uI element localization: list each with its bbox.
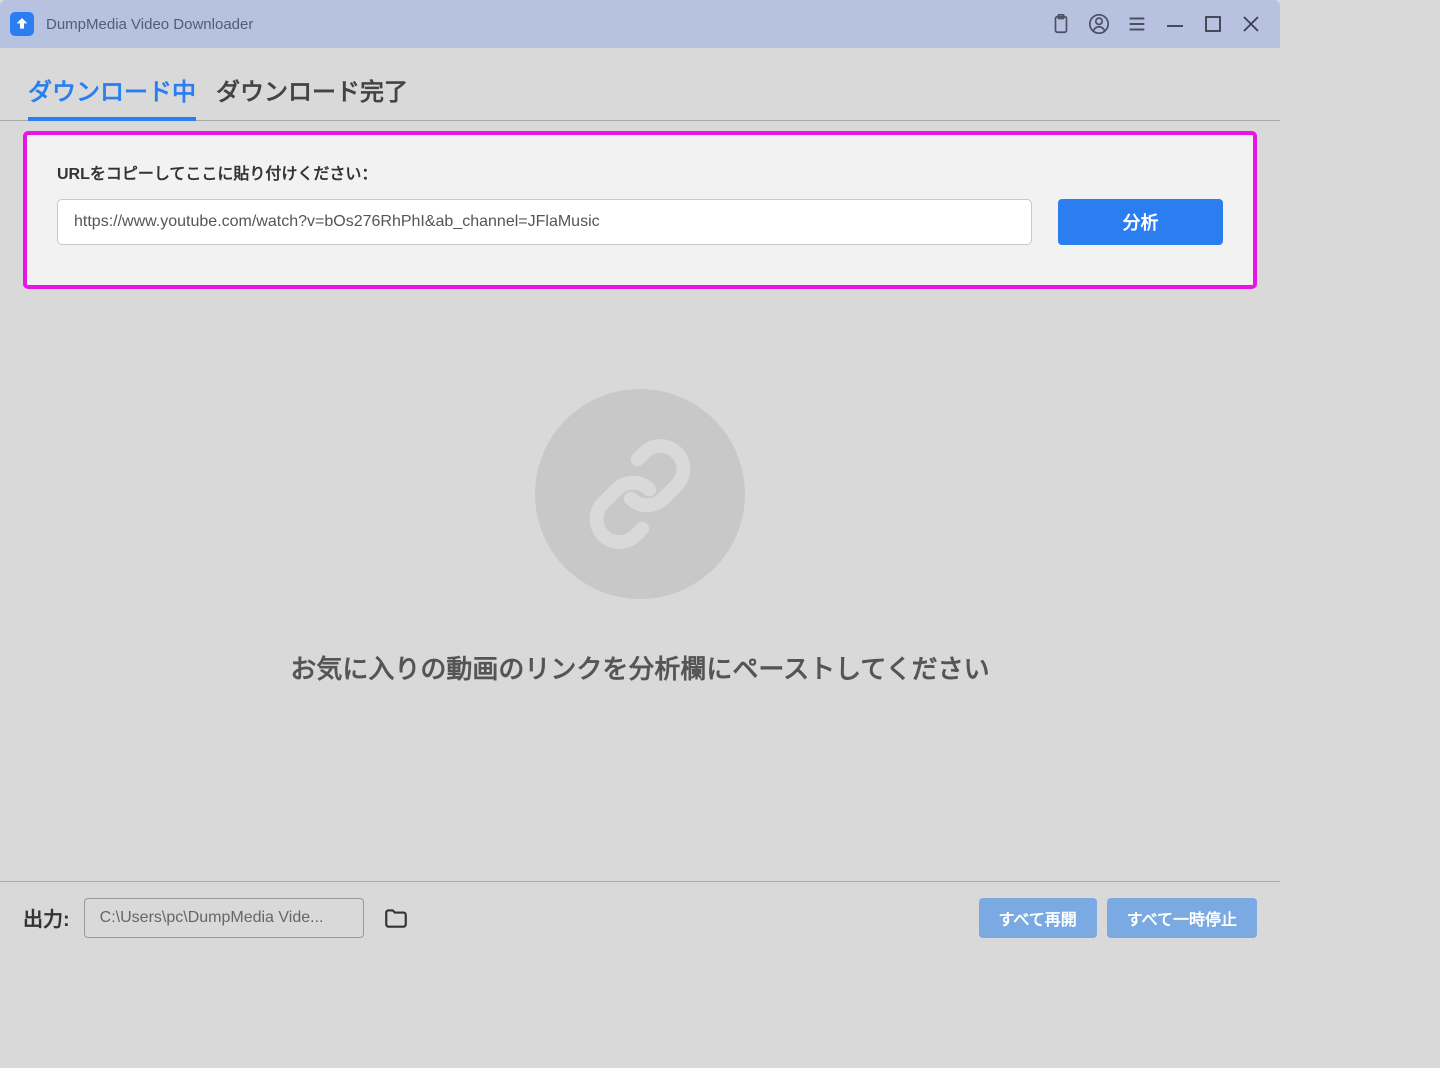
content-area: ダウンロード中 ダウンロード完了 URLをコピーしてここに貼り付けください： 分…	[0, 48, 1280, 953]
tab-downloading[interactable]: ダウンロード中	[28, 72, 196, 121]
minimize-button[interactable]	[1156, 0, 1194, 48]
output-path-display[interactable]: C:\Users\pc\DumpMedia Vide...	[84, 898, 364, 938]
empty-message: お気に入りの動画のリンクを分析欄にペーストしてください	[290, 649, 989, 686]
maximize-button[interactable]	[1194, 0, 1232, 48]
footer: 出力: C:\Users\pc\DumpMedia Vide... すべて再開 …	[0, 881, 1280, 953]
close-button[interactable]	[1232, 0, 1270, 48]
tab-completed[interactable]: ダウンロード完了	[216, 72, 408, 120]
menu-icon[interactable]	[1118, 0, 1156, 48]
account-icon[interactable]	[1080, 0, 1118, 48]
app-logo	[10, 12, 34, 36]
empty-state: お気に入りの動画のリンクを分析欄にペーストしてください	[0, 389, 1280, 686]
app-title: DumpMedia Video Downloader	[46, 16, 253, 33]
link-icon	[535, 389, 745, 599]
clipboard-icon[interactable]	[1042, 0, 1080, 48]
url-input[interactable]	[57, 199, 1032, 245]
open-folder-button[interactable]	[376, 898, 416, 938]
tabs: ダウンロード中 ダウンロード完了	[0, 72, 1280, 121]
pause-all-button[interactable]: すべて一時停止	[1107, 898, 1257, 938]
analyze-button[interactable]: 分析	[1058, 199, 1223, 245]
output-label: 出力:	[23, 903, 70, 932]
titlebar: DumpMedia Video Downloader	[0, 0, 1280, 48]
url-input-section: URLをコピーしてここに貼り付けください： 分析	[23, 131, 1257, 289]
url-label: URLをコピーしてここに貼り付けください：	[57, 160, 1223, 184]
resume-all-button[interactable]: すべて再開	[979, 898, 1097, 938]
